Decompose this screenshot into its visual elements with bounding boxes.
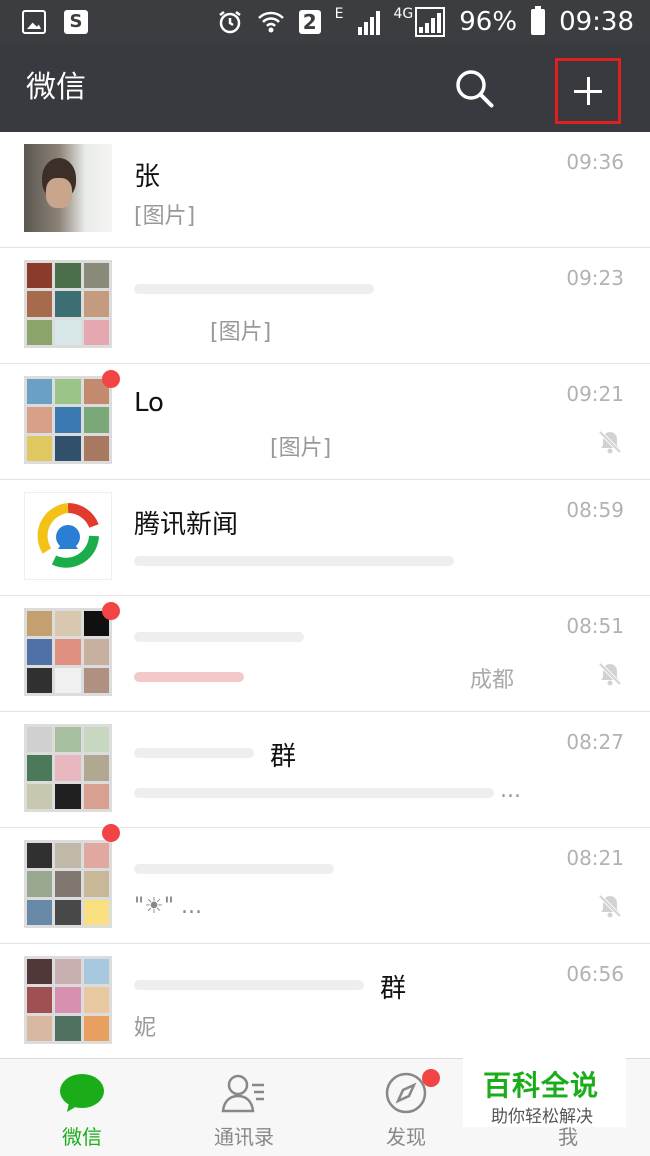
chat-time: 09:23 (566, 266, 624, 290)
gallery-notification-icon (22, 10, 46, 34)
chat-time: 08:51 (566, 614, 624, 638)
chat-list: 张 [图片] 09:36 [图片] 09:23 Lo [图片] 09:21 腾讯… (0, 132, 650, 1060)
avatar (24, 724, 112, 812)
search-button[interactable] (452, 66, 498, 112)
chat-bubble-icon (60, 1074, 104, 1112)
chat-time: 09:21 (566, 382, 624, 406)
clock: 09:38 (559, 7, 634, 37)
tab-label: 微信 (62, 1125, 102, 1149)
unread-badge (102, 824, 120, 842)
tab-chats[interactable]: 微信 (2, 1059, 162, 1156)
battery-icon (531, 6, 546, 35)
page-title: 微信 (26, 70, 86, 105)
wifi-icon (257, 11, 284, 33)
tab-label: 通讯录 (214, 1125, 274, 1149)
redacted-text (134, 748, 254, 758)
redacted-text (134, 672, 244, 682)
avatar (24, 144, 112, 232)
network-type-label: 4G (393, 6, 414, 22)
chat-name: 腾讯新闻 (134, 510, 239, 540)
chat-time: 08:21 (566, 846, 624, 870)
chat-preview: ... (500, 778, 521, 803)
chat-preview: [图片] (210, 320, 272, 345)
app-header: 微信 (0, 44, 650, 132)
avatar (24, 608, 112, 696)
redacted-text (134, 556, 454, 566)
chat-row[interactable]: "☀" ... 08:21 (0, 824, 650, 944)
chat-name: 群 (270, 742, 297, 772)
chat-row[interactable]: 群 ... 08:27 (0, 712, 650, 828)
chat-row[interactable]: 腾讯新闻 08:59 (0, 480, 650, 596)
chat-time: 06:56 (566, 962, 624, 986)
chat-row[interactable]: Lo [图片] 09:21 (0, 364, 650, 480)
avatar (24, 260, 112, 348)
contacts-icon (221, 1074, 264, 1113)
alarm-icon (218, 11, 241, 34)
avatar (24, 376, 112, 464)
tab-contacts[interactable]: 通讯录 (164, 1059, 324, 1156)
chat-row[interactable]: [图片] 09:23 (0, 248, 650, 364)
chat-time: 08:27 (566, 730, 624, 754)
mute-bell-icon (598, 430, 622, 454)
signal2-icon (415, 7, 446, 37)
chat-preview: 妮 (134, 1016, 157, 1041)
mute-bell-icon (598, 662, 622, 686)
discover-unread-badge (422, 1069, 440, 1087)
mute-bell-icon (598, 894, 622, 918)
redacted-text (134, 788, 494, 798)
chat-row[interactable]: 群 妮 06:56 (0, 944, 650, 1060)
sim-badge: 2 (298, 10, 321, 34)
avatar (24, 492, 112, 580)
tencent-news-logo-icon (37, 503, 99, 568)
tab-discover[interactable]: 发现 (326, 1059, 486, 1156)
chat-time: 09:36 (566, 150, 624, 174)
chat-name: 张 (134, 162, 161, 192)
watermark-title: 百科全说 (483, 1069, 600, 1102)
signal-icon (357, 9, 380, 35)
redacted-text (134, 632, 304, 642)
watermark-subtitle: 助你轻松解决 (491, 1107, 593, 1127)
tab-label: 发现 (386, 1125, 426, 1149)
chat-preview: "☀" ... (134, 894, 202, 919)
chat-row[interactable]: 成都 08:51 (0, 596, 650, 712)
watermark: 百科全说 助你轻松解决 (463, 1052, 626, 1127)
search-icon (456, 70, 494, 108)
add-menu-button[interactable] (555, 58, 621, 124)
chat-time: 08:59 (566, 498, 624, 522)
chat-preview: [图片] (270, 436, 332, 461)
avatar (24, 840, 112, 928)
redacted-text (134, 980, 364, 990)
unread-badge (102, 370, 120, 388)
edge-label: E (334, 6, 344, 22)
unread-badge (102, 602, 120, 620)
s-notification-icon: S (64, 10, 88, 34)
battery-percent: 96% (459, 7, 518, 37)
chat-name: Lo (134, 388, 164, 418)
redacted-text (134, 864, 334, 874)
chat-preview: [图片] (134, 204, 196, 229)
chat-row[interactable]: 张 [图片] 09:36 (0, 132, 650, 248)
avatar (24, 956, 112, 1044)
status-bar: S 2 E 4G 96% 09:38 (0, 0, 650, 44)
redacted-text (134, 284, 374, 294)
